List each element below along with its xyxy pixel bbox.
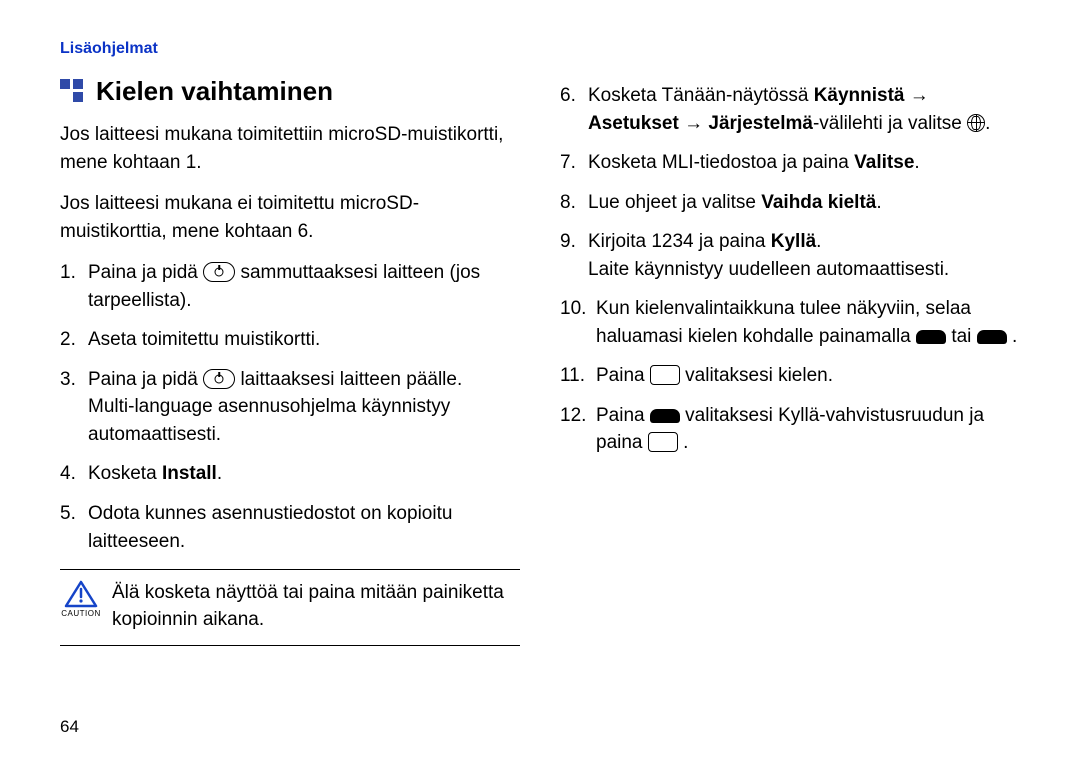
step-number: 1.	[60, 259, 76, 287]
step-1: 1. Paina ja pidä sammuttaaksesi laitteen…	[60, 259, 520, 314]
step-text: Paina	[596, 365, 650, 386]
step-number: 5.	[60, 500, 76, 528]
step-12: 12. Paina valitaksesi Kyllä-vahvistusruu…	[560, 402, 1020, 457]
step-text: Kosketa Tänään-näytössä	[588, 85, 814, 106]
left-softkey-icon	[650, 409, 680, 423]
step-bold: Valitse	[854, 152, 914, 173]
center-key-icon	[650, 365, 680, 385]
step-number: 10.	[560, 295, 586, 323]
step-9: 9. Kirjoita 1234 ja paina Kyllä. Laite k…	[560, 228, 1020, 283]
right-column: 6. Kosketa Tänään-näytössä Käynnistä → A…	[560, 76, 1020, 646]
section-title: Kielen vaihtaminen	[96, 76, 333, 107]
step-number: 8.	[560, 189, 576, 217]
left-column: Kielen vaihtaminen Jos laitteesi mukana …	[60, 76, 520, 646]
step-bold: Järjestelmä	[708, 113, 813, 134]
step-number: 12.	[560, 402, 586, 430]
step-text: tai	[951, 326, 976, 347]
step-10: 10. Kun kielenvalintaikkuna tulee näkyvi…	[560, 295, 1020, 350]
step-number: 9.	[560, 228, 576, 256]
step-bold: Asetukset	[588, 113, 679, 134]
step-number: 3.	[60, 366, 76, 394]
intro-paragraph-1: Jos laitteesi mukana toimitettiin microS…	[60, 121, 520, 176]
step-text: Kosketa MLI-tiedostoa ja paina	[588, 152, 854, 173]
center-key-icon	[648, 432, 678, 452]
document-page: Lisäohjelmat Kielen vaihtaminen Jos lait…	[0, 0, 1080, 765]
left-softkey-icon	[916, 330, 946, 344]
left-step-list: 1. Paina ja pidä sammuttaaksesi laitteen…	[60, 259, 520, 555]
heading-row: Kielen vaihtaminen	[60, 76, 520, 107]
arrow: →	[905, 85, 929, 106]
step-text: .	[217, 463, 222, 484]
step-bold: Kyllä	[771, 231, 816, 252]
step-text: Multi-language asennusohjelma käynnistyy…	[88, 396, 450, 445]
step-number: 4.	[60, 460, 76, 488]
step-text: Paina ja pidä	[88, 262, 203, 283]
right-softkey-icon	[977, 330, 1007, 344]
step-number: 2.	[60, 326, 76, 354]
page-number: 64	[60, 717, 79, 737]
step-4: 4. Kosketa Install.	[60, 460, 520, 488]
section-squares-icon	[60, 79, 86, 105]
step-text: .	[1012, 326, 1017, 347]
right-step-list: 6. Kosketa Tänään-näytössä Käynnistä → A…	[560, 82, 1020, 457]
step-text: .	[683, 432, 688, 453]
step-3: 3. Paina ja pidä laittaaksesi laitteen p…	[60, 366, 520, 449]
step-5: 5. Odota kunnes asennustiedostot on kopi…	[60, 500, 520, 555]
step-text: .	[914, 152, 919, 173]
section-header-link: Lisäohjelmat	[60, 40, 1020, 58]
step-11: 11. Paina valitaksesi kielen.	[560, 362, 1020, 390]
step-7: 7. Kosketa MLI-tiedostoa ja paina Valits…	[560, 149, 1020, 177]
step-text: Paina ja pidä	[88, 369, 203, 390]
step-text: .	[816, 231, 821, 252]
step-bold: Install	[162, 463, 217, 484]
step-text: laittaaksesi laitteen päälle.	[240, 369, 462, 390]
step-number: 11.	[560, 362, 585, 390]
step-text: valitaksesi kielen.	[685, 365, 833, 386]
step-bold: Vaihda kieltä	[761, 192, 876, 213]
step-2: 2. Aseta toimitettu muistikortti.	[60, 326, 520, 354]
intro-paragraph-2: Jos laitteesi mukana ei toimitettu micro…	[60, 190, 520, 245]
caution-label: CAUTION	[60, 609, 102, 618]
step-text: Aseta toimitettu muistikortti.	[88, 329, 320, 350]
step-number: 6.	[560, 82, 576, 110]
step-bold: Käynnistä	[814, 85, 905, 106]
two-column-layout: Kielen vaihtaminen Jos laitteesi mukana …	[60, 76, 1020, 646]
step-text: Laite käynnistyy uudelleen automaattises…	[588, 259, 949, 280]
step-text: Odota kunnes asennustiedostot on kopioit…	[88, 503, 452, 552]
step-6: 6. Kosketa Tänään-näytössä Käynnistä → A…	[560, 82, 1020, 137]
caution-text: Älä kosketa näyttöä tai paina mitään pai…	[112, 580, 520, 633]
globe-icon	[967, 114, 985, 132]
step-number: 7.	[560, 149, 576, 177]
caution-box: CAUTION Älä kosketa näyttöä tai paina mi…	[60, 569, 520, 646]
step-8: 8. Lue ohjeet ja valitse Vaihda kieltä.	[560, 189, 1020, 217]
step-text: Kun kielenvalintaikkuna tulee näkyviin, …	[596, 298, 971, 347]
step-text: .	[985, 113, 990, 134]
power-button-icon	[203, 262, 235, 282]
step-text: -välilehti ja valitse	[813, 113, 967, 134]
step-text: .	[876, 192, 881, 213]
caution-icon: CAUTION	[60, 580, 102, 618]
arrow: →	[679, 113, 709, 134]
step-text: Paina	[596, 405, 650, 426]
power-button-icon	[203, 369, 235, 389]
step-text: Kirjoita 1234 ja paina	[588, 231, 771, 252]
step-text: Lue ohjeet ja valitse	[588, 192, 761, 213]
step-text: Kosketa	[88, 463, 162, 484]
